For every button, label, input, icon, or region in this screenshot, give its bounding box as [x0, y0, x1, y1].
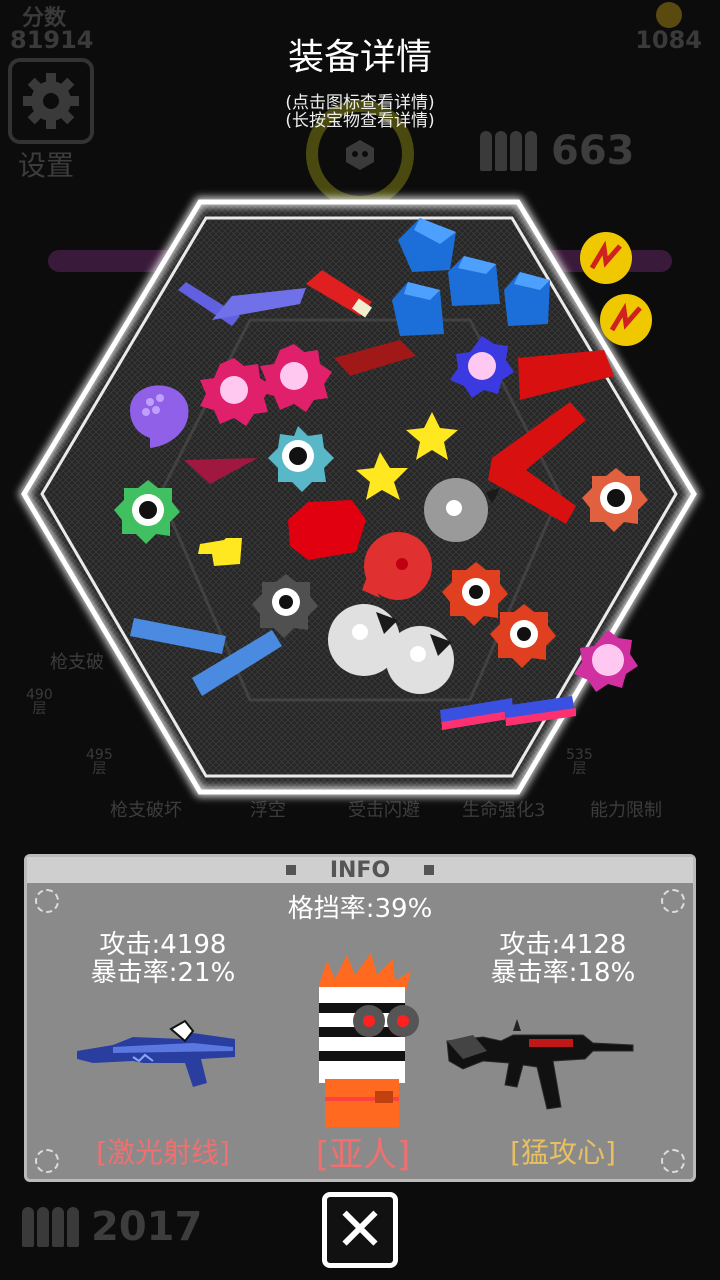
right-weapon-name[interactable]: [猛攻心] [463, 1131, 663, 1171]
skull-icon [346, 140, 374, 170]
treasure-gold-coin-2[interactable] [600, 294, 652, 346]
right-weapon-attack: 攻击:4128 [499, 930, 627, 960]
info-title: INFO [329, 857, 391, 883]
left-weapon-attack: 攻击:4198 [99, 930, 227, 960]
treasure-hexagon[interactable] [0, 180, 720, 820]
settings-label: 设置 [18, 149, 75, 182]
ammo-top-value: 663 [551, 128, 635, 174]
ammo-counter-bottom: 2017 [22, 1204, 202, 1250]
character-name[interactable]: [亚人] [263, 1127, 463, 1176]
bullet-icon [480, 131, 537, 171]
bullet-icon [22, 1207, 79, 1247]
character-avatar[interactable] [299, 951, 429, 1131]
coin-icon [656, 2, 682, 28]
info-header: INFO [27, 857, 693, 883]
header-dot [285, 865, 296, 875]
left-weapon-crit: 暴击率:21% [90, 958, 236, 988]
screw-icon [35, 1149, 59, 1173]
ammo-counter-top: 663 [480, 128, 635, 174]
left-weapon-name[interactable]: [激光射线] [63, 1131, 263, 1171]
info-panel: INFO 格挡率:39% 攻击:4198 暴击率:21% 攻击:4128 暴击率… [24, 854, 696, 1182]
ammo-bottom-value: 2017 [91, 1204, 203, 1250]
close-icon: ✕ [334, 1195, 386, 1265]
header-dot [424, 865, 435, 875]
right-weapon-crit: 暴击率:18% [490, 958, 636, 988]
block-rate: 格挡率:39% [287, 894, 433, 924]
close-button[interactable]: ✕ [322, 1192, 398, 1268]
page-title: 装备详情 [287, 37, 432, 78]
laser-rifle-icon[interactable] [73, 1017, 243, 1097]
assault-rifle-icon[interactable] [443, 1011, 635, 1111]
hint-long-press: (长按宝物查看详情) [285, 111, 435, 131]
treasure-white-orb-2[interactable] [386, 626, 454, 694]
screw-icon [661, 1149, 685, 1173]
treasure-gold-coin-1[interactable] [580, 232, 632, 284]
